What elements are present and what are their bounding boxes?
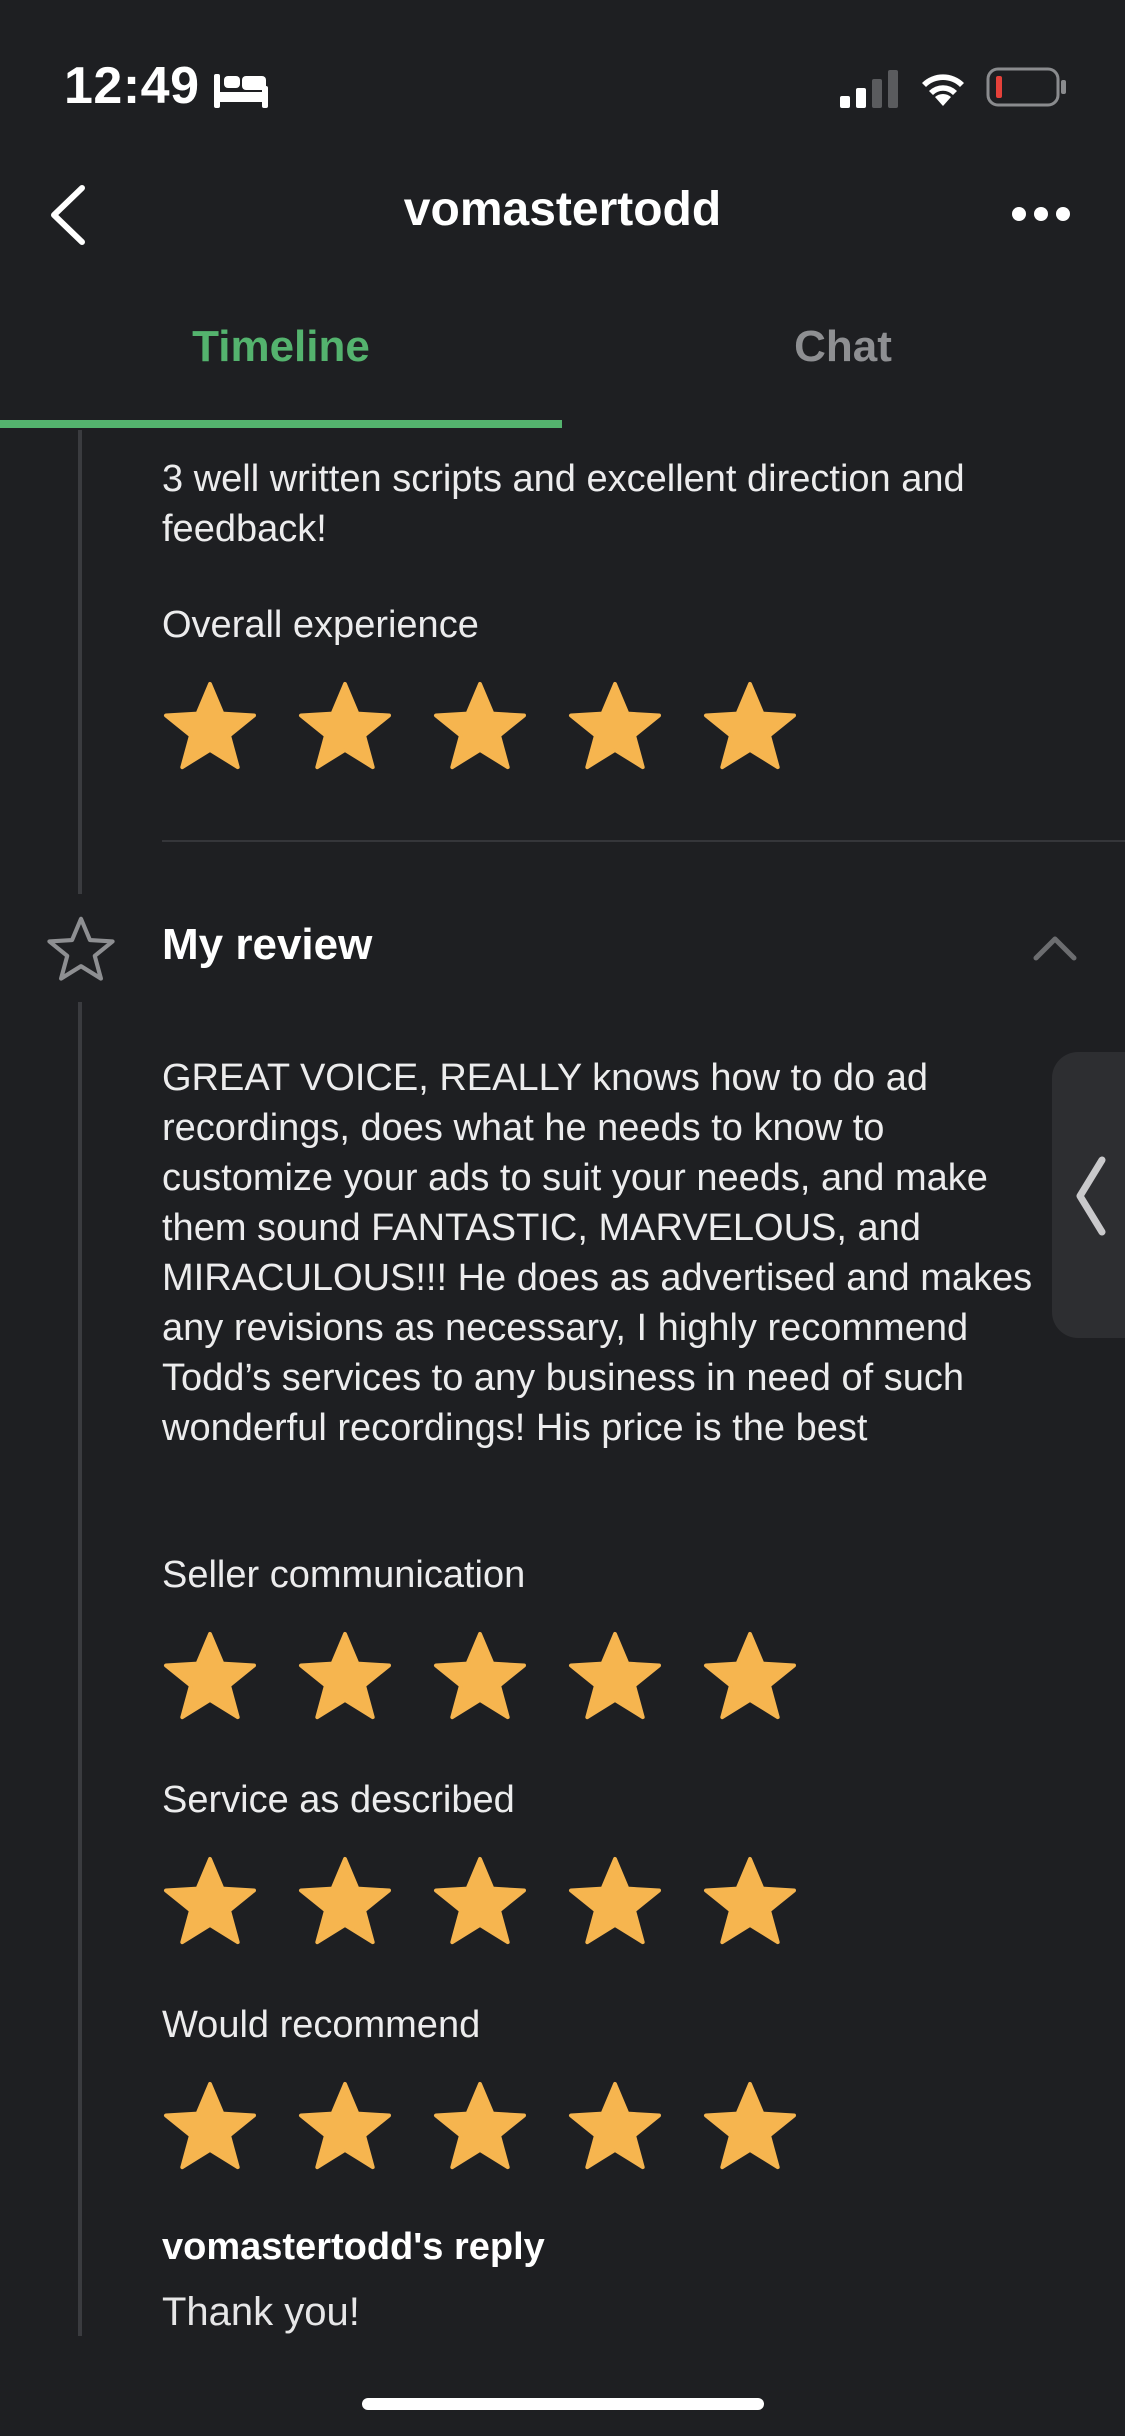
star-icon <box>298 2081 391 2170</box>
status-time: 12:49 <box>64 57 200 115</box>
rating-label: Overall experience <box>162 604 479 646</box>
chevron-left-icon <box>1076 1156 1106 1236</box>
star-icon <box>704 1631 796 1720</box>
star-icon <box>298 681 391 770</box>
star-icon <box>433 681 526 770</box>
divider <box>162 840 1125 842</box>
cell-signal-icon <box>840 70 898 108</box>
star-icon <box>164 1631 256 1720</box>
star-rating <box>162 1630 798 1730</box>
star-icon <box>433 2081 526 2170</box>
star-icon <box>569 1856 661 1945</box>
star-rating <box>162 2080 798 2180</box>
timeline-line <box>78 1002 82 2336</box>
star-icon <box>569 2081 661 2170</box>
star-icon <box>164 681 256 770</box>
tab-chat[interactable]: Chat <box>562 322 1124 372</box>
active-tab-indicator <box>0 420 562 428</box>
star-icon <box>433 1631 526 1720</box>
star-icon <box>704 2081 796 2170</box>
star-icon <box>298 1631 391 1720</box>
star-outline-icon <box>47 916 115 981</box>
star-rating <box>162 680 798 780</box>
timeline-line <box>78 430 82 894</box>
tab-timeline[interactable]: Timeline <box>0 322 562 372</box>
star-icon <box>298 1856 391 1945</box>
star-icon <box>569 681 661 770</box>
review-text: 3 well written scripts and excellent dir… <box>162 458 965 550</box>
star-icon <box>704 1856 796 1945</box>
page-title: vomastertodd <box>403 183 722 236</box>
battery-low-icon <box>986 67 1066 107</box>
star-rating <box>162 1855 798 1955</box>
star-icon <box>569 1631 661 1720</box>
section-title: My review <box>162 920 373 969</box>
reply-text: Thank you! <box>162 2290 360 2334</box>
my-review-text: GREAT VOICE, REALLY knows how to do ad r… <box>162 1057 1033 1449</box>
more-options-icon[interactable] <box>1010 200 1072 228</box>
star-icon <box>164 2081 256 2170</box>
bed-icon <box>214 74 268 108</box>
rating-label: Would recommend <box>162 2004 481 2046</box>
reply-title: vomastertodd's reply <box>162 2226 545 2268</box>
rating-label: Service as described <box>162 1779 515 1821</box>
wifi-icon <box>922 74 964 106</box>
star-icon <box>704 681 796 770</box>
rating-label: Seller communication <box>162 1554 526 1596</box>
home-indicator <box>362 2398 764 2410</box>
side-panel-handle[interactable] <box>1052 1052 1125 1338</box>
star-icon <box>164 1856 256 1945</box>
chevron-up-icon[interactable] <box>1030 930 1080 966</box>
star-icon <box>433 1856 526 1945</box>
